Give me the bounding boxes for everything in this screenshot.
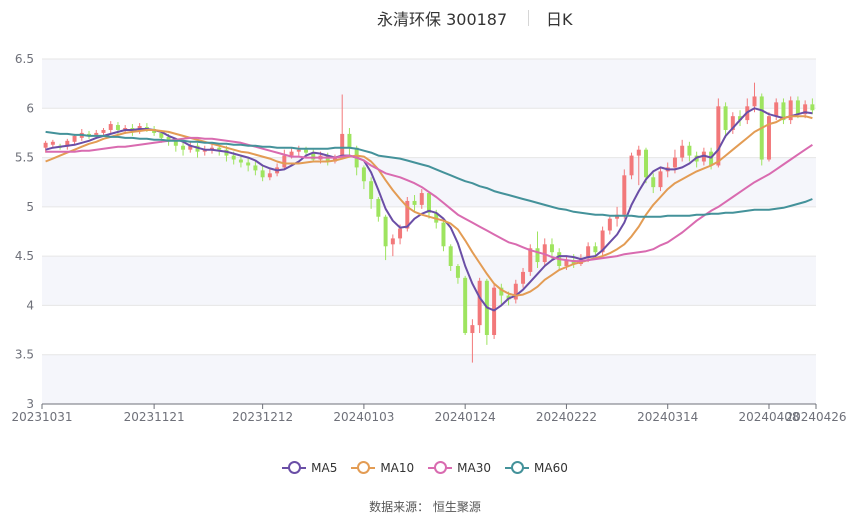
candle-body (304, 149, 309, 153)
legend-item-ma10[interactable]: MA10 (351, 458, 414, 478)
y-tick-label: 6 (26, 101, 34, 115)
grid-band (42, 59, 816, 109)
y-tick-label: 5 (26, 200, 34, 214)
candle-body (383, 216, 388, 247)
candle-body (72, 135, 77, 142)
legend-item-ma30[interactable]: MA30 (428, 458, 491, 478)
candle-body (115, 125, 120, 130)
candle-body (412, 200, 417, 205)
candle-body (347, 133, 352, 148)
chart-legend: MA5 MA10 MA30 MA60 (0, 458, 850, 478)
x-tick-label: 20231212 (232, 410, 293, 424)
x-tick-label: 20240426 (785, 410, 846, 424)
candle-body (752, 96, 757, 107)
legend-swatch-ma60 (505, 461, 530, 474)
legend-item-ma60[interactable]: MA60 (505, 458, 568, 478)
x-tick-label: 20240103 (333, 410, 394, 424)
candle-body (231, 155, 236, 160)
candle-body (535, 248, 540, 263)
candle-body (636, 149, 641, 156)
candle-body (43, 142, 48, 148)
candle-body (810, 104, 815, 111)
candle-body (441, 222, 446, 247)
candle-body (253, 165, 258, 171)
grid-band (42, 354, 816, 404)
candle-body (521, 271, 526, 284)
candle-body (361, 167, 366, 182)
candle-body (766, 116, 771, 160)
candle-body (246, 162, 251, 166)
y-tick-label: 3 (26, 397, 34, 411)
legend-label-ma60: MA60 (534, 461, 568, 475)
candle-body (549, 244, 554, 253)
candle-body (774, 102, 779, 117)
x-tick-label: 20240124 (435, 410, 496, 424)
legend-swatch-ma30 (428, 461, 453, 474)
candle-body (680, 145, 685, 158)
candle-body (477, 280, 482, 326)
candle-body (50, 141, 55, 145)
candle-body (94, 132, 99, 135)
candle-body (528, 248, 533, 272)
candle-body (101, 129, 106, 133)
candle-body (267, 173, 272, 178)
candle-body (448, 246, 453, 266)
x-tick-label: 20240314 (637, 410, 698, 424)
candle-body (238, 159, 243, 163)
candle-body (376, 198, 381, 217)
candle-body (419, 193, 424, 205)
candle-body (723, 106, 728, 130)
candle-body (607, 218, 612, 231)
candle-body (181, 145, 186, 150)
candle-body (108, 124, 113, 130)
candle-body (470, 325, 475, 334)
candle-body (282, 155, 287, 168)
legend-label-ma30: MA30 (457, 461, 492, 475)
candle-body (455, 266, 460, 278)
y-tick-label: 6.5 (15, 52, 34, 66)
candle-body (340, 133, 345, 158)
candle-body (296, 149, 301, 152)
x-tick-label: 20231121 (124, 410, 185, 424)
candle-body (289, 151, 294, 156)
legend-swatch-ma5 (282, 461, 307, 474)
candlestick-chart: 3 3.5 4 4.5 5 5.5 6 6.5 20231031 20231121 20231212… (11, 52, 846, 424)
y-tick-label: 3.5 (15, 348, 34, 362)
candle-body (651, 177, 656, 188)
candle-body (463, 277, 468, 334)
grid-band (42, 256, 816, 306)
y-tick-label: 4.5 (15, 249, 34, 263)
candle-body (687, 145, 692, 156)
legend-label-ma10: MA10 (380, 461, 415, 475)
candle-body (672, 157, 677, 168)
candle-body (260, 170, 265, 178)
candle-body (622, 175, 627, 215)
legend-swatch-ma10 (351, 461, 376, 474)
candle-body (217, 147, 222, 150)
candle-body (716, 106, 721, 166)
candle-body (795, 100, 800, 115)
y-tick-label: 4 (26, 298, 34, 312)
candle-body (644, 149, 648, 178)
legend-label-ma5: MA5 (311, 461, 338, 475)
data-source: 数据来源： 恒生聚源 (369, 500, 481, 514)
candle-body (369, 181, 374, 199)
y-tick-label: 5.5 (15, 151, 34, 165)
x-tick-label: 20240222 (536, 410, 597, 424)
x-tick-label: 20231031 (11, 410, 72, 424)
candle-body (629, 155, 634, 176)
legend-item-ma5[interactable]: MA5 (282, 458, 337, 478)
candle-body (398, 228, 403, 239)
candle-body (593, 246, 598, 253)
candle-body (390, 238, 395, 245)
candle-body (658, 171, 663, 188)
